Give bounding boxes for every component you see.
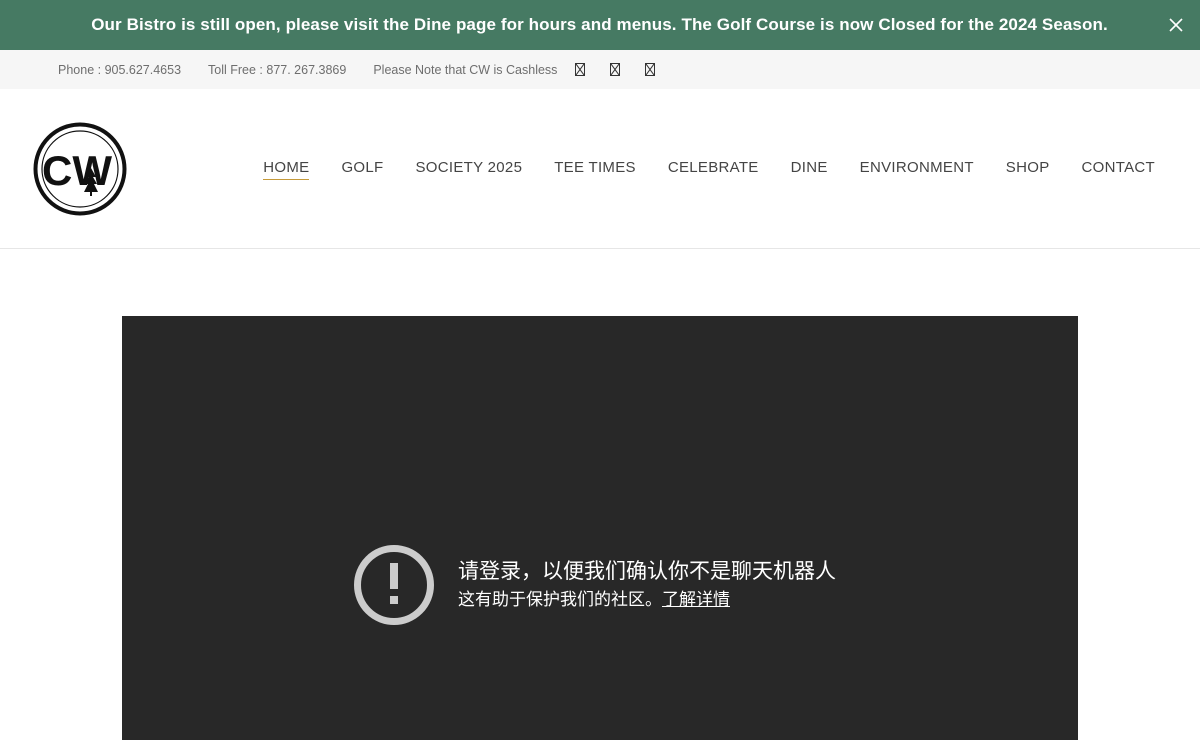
alert-circle-icon [353, 544, 435, 626]
nav-item-society-2025[interactable]: SOCIETY 2025 [416, 159, 523, 180]
logo-text: CW [42, 147, 112, 194]
cashless-note: Please Note that CW is Cashless [373, 62, 558, 77]
nav-item-contact[interactable]: CONTACT [1082, 159, 1155, 180]
nav-item-golf[interactable]: GOLF [341, 159, 383, 180]
missing-glyph-icon[interactable] [645, 63, 656, 76]
site-logo[interactable]: CW [33, 122, 127, 216]
embedded-video-frame: 请登录，以便我们确认你不是聊天机器人 这有助于保护我们的社区。了解详情 [122, 316, 1078, 740]
toll-free-text[interactable]: Toll Free : 877. 267.3869 [208, 63, 346, 77]
missing-glyph-icon[interactable] [575, 63, 586, 76]
signin-subtitle: 这有助于保护我们的社区。了解详情 [458, 586, 836, 614]
nav-item-tee-times[interactable]: TEE TIMES [554, 159, 636, 180]
close-icon[interactable] [1166, 15, 1186, 35]
announcement-text: Our Bistro is still open, please visit t… [91, 15, 1108, 34]
signin-title: 请登录，以便我们确认你不是聊天机器人 [458, 559, 836, 583]
nav-item-celebrate[interactable]: CELEBRATE [668, 159, 759, 180]
nav-item-dine[interactable]: DINE [791, 159, 828, 180]
nav-item-shop[interactable]: SHOP [1006, 159, 1050, 180]
nav-item-home[interactable]: HOME [263, 159, 310, 180]
site-header: CW HOME GOLF SOCIETY 2025 TEE TIMES CELE… [0, 89, 1200, 249]
missing-glyph-icon[interactable] [610, 63, 621, 76]
top-info-bar: Phone : 905.627.4653 Toll Free : 877. 26… [0, 50, 1200, 89]
phone-text[interactable]: Phone : 905.627.4653 [58, 63, 181, 77]
learn-more-link[interactable]: 了解详情 [662, 590, 730, 610]
announcement-banner: Our Bistro is still open, please visit t… [0, 0, 1200, 50]
signin-message: 请登录，以便我们确认你不是聊天机器人 这有助于保护我们的社区。了解详情 [353, 544, 836, 626]
nav-item-environment[interactable]: ENVIRONMENT [860, 159, 974, 180]
main-nav: HOME GOLF SOCIETY 2025 TEE TIMES CELEBRA… [231, 159, 1155, 180]
signin-subtitle-text: 这有助于保护我们的社区。 [458, 590, 662, 610]
